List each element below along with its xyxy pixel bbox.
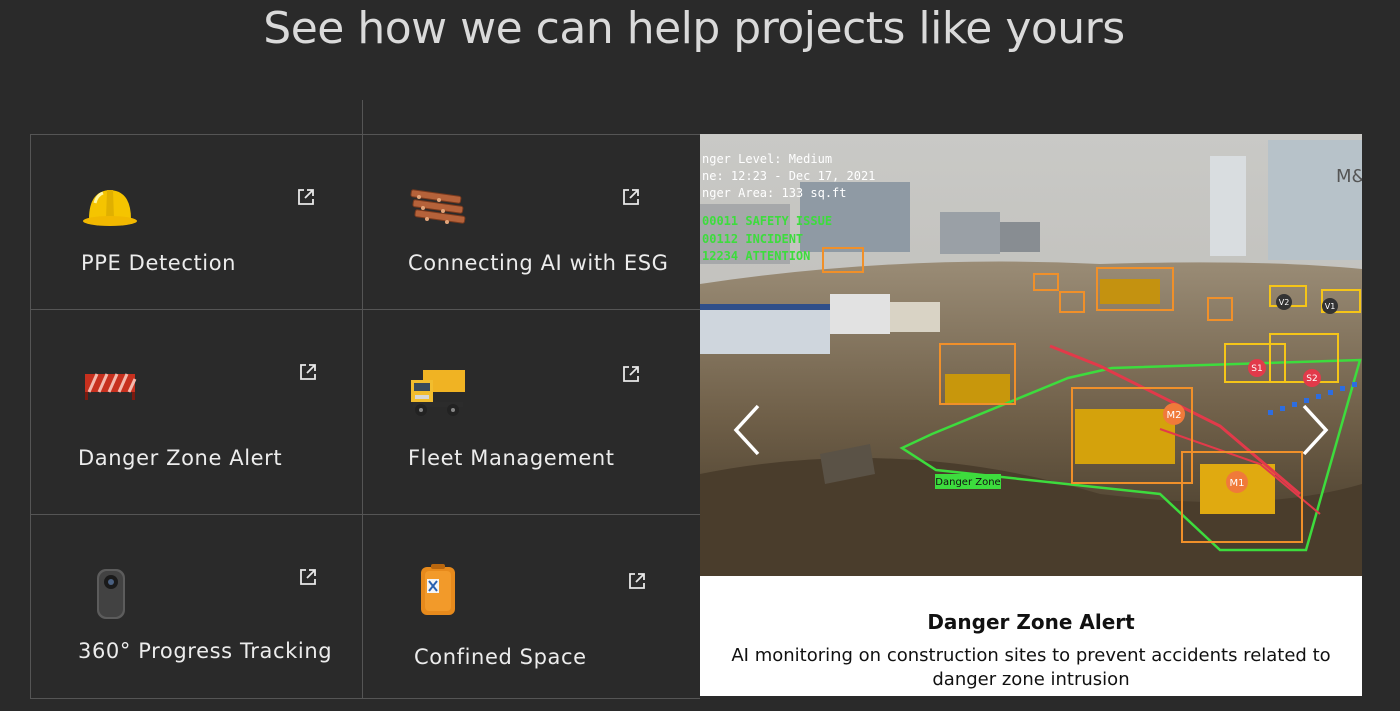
service-label: Danger Zone Alert	[78, 446, 283, 470]
service-label: Connecting AI with ESG	[408, 251, 669, 275]
slide-caption-title: Danger Zone Alert	[927, 610, 1135, 634]
service-label: Confined Space	[414, 645, 587, 669]
service-card-360-tracking[interactable]: 360° Progress Tracking	[30, 515, 363, 699]
timber-stack-icon	[410, 189, 466, 224]
page-title: See how we can help projects like yours	[263, 3, 1125, 54]
service-card-confined-space[interactable]: Confined Space	[362, 515, 700, 699]
external-link-icon[interactable]	[621, 187, 641, 207]
service-label: PPE Detection	[81, 251, 237, 275]
slide-caption-description: AI monitoring on construction sites to p…	[731, 645, 1331, 690]
barrier-icon	[85, 373, 137, 400]
carousel-slide: M&	[700, 134, 1362, 696]
external-link-icon[interactable]	[621, 364, 641, 384]
construction-site-photo: M&	[700, 134, 1362, 576]
marker-s1: S1	[1251, 364, 1262, 374]
overlay-area: nger Area: 133 sq.ft	[702, 186, 847, 200]
service-card-danger-zone[interactable]: Danger Zone Alert	[30, 310, 363, 515]
service-card-fleet-management[interactable]: Fleet Management	[362, 310, 700, 515]
external-link-icon[interactable]	[298, 567, 318, 587]
sign-text: M&	[1336, 166, 1362, 187]
overlay-danger-level: nger Level: Medium	[702, 152, 833, 166]
hard-hat-icon	[83, 190, 137, 226]
service-label: Fleet Management	[408, 446, 615, 470]
360-camera-icon	[97, 569, 125, 619]
danger-zone-label: Danger Zone	[935, 477, 1000, 488]
external-link-icon[interactable]	[298, 362, 318, 382]
carousel-next-button[interactable]	[1298, 402, 1332, 458]
gas-detector-case-icon	[421, 564, 455, 615]
external-link-icon[interactable]	[627, 571, 647, 591]
service-label: 360° Progress Tracking	[78, 639, 333, 663]
service-card-ppe-detection[interactable]: PPE Detection	[30, 134, 363, 310]
dump-truck-icon	[411, 370, 465, 416]
marker-v2: V2	[1279, 298, 1290, 307]
external-link-icon[interactable]	[296, 187, 316, 207]
service-card-ai-esg[interactable]: Connecting AI with ESG	[362, 134, 700, 310]
overlay-incident: 00112 INCIDENT	[702, 232, 804, 246]
marker-s2: S2	[1306, 374, 1317, 384]
marker-m2: M2	[1167, 410, 1182, 421]
carousel-prev-button[interactable]	[730, 402, 764, 458]
overlay-attention: 12234 ATTENTION	[702, 249, 811, 263]
overlay-safety-issue: 00011 SAFETY ISSUE	[702, 214, 833, 228]
services-grid: PPE Detection Connecting AI with ESG Dan…	[30, 134, 700, 699]
marker-v1: V1	[1325, 302, 1336, 311]
overlay-time: ne: 12:23 - Dec 17, 2021	[702, 169, 876, 183]
divider	[362, 100, 363, 134]
marker-m1: M1	[1230, 478, 1245, 489]
